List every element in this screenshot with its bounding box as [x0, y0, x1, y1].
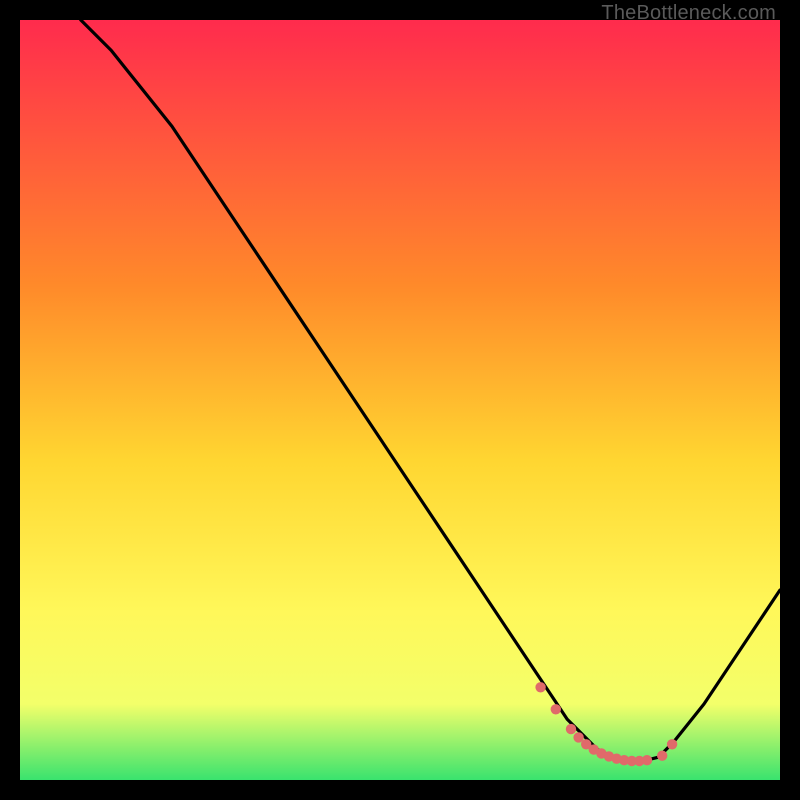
dot [551, 704, 561, 714]
dot [535, 682, 545, 692]
chart-frame [20, 20, 780, 780]
dot [667, 739, 677, 749]
gradient-background [20, 20, 780, 780]
dot [566, 724, 576, 734]
bottleneck-chart [20, 20, 780, 780]
dot [642, 755, 652, 765]
dot [657, 751, 667, 761]
watermark-text: TheBottleneck.com [601, 2, 776, 25]
